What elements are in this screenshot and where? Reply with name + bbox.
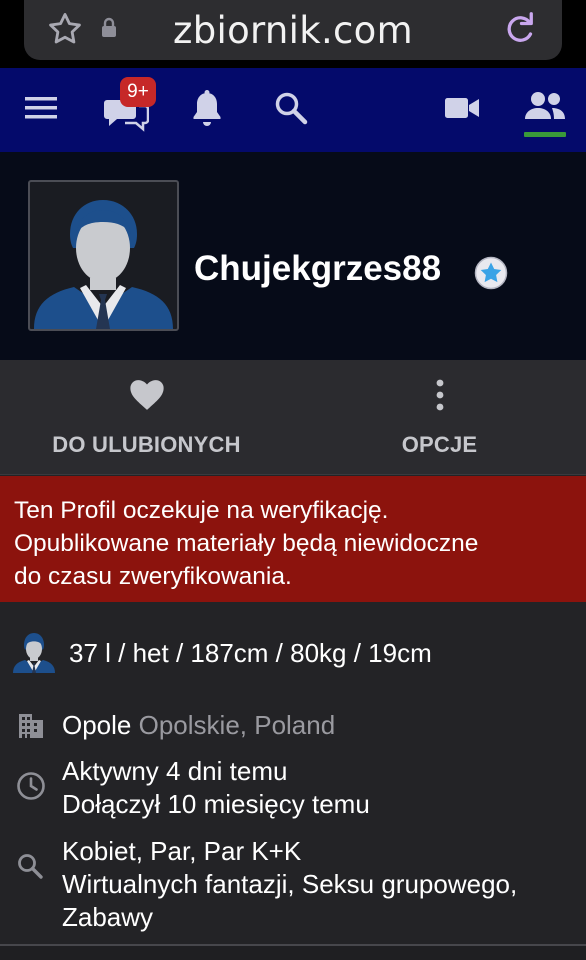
profile-stats-row: 37 l / het / 187cm / 80kg / 19cm [12,626,572,676]
profile-username: Chujekgrzes88 [194,249,442,288]
alert-line: Ten Profil oczekuje na weryfikację. [14,497,389,524]
profile-stats: 37 l / het / 187cm / 80kg / 19cm [69,638,432,668]
options-label: OPCJE [401,432,478,457]
building-icon [16,710,46,745]
search-icon [274,91,308,130]
verification-alert: Ten Profil oczekuje na weryfikację. Opub… [0,476,586,602]
menu-button[interactable] [18,68,64,152]
default-avatar-icon [34,200,173,329]
alert-line: do czasu zweryfikowania. [14,563,292,590]
alert-line: Opublikowane materiały będą niewidoczne [14,530,479,557]
active-tab-indicator [524,132,566,137]
location-city: Opole [62,710,132,740]
location-region: Opolskie, Poland [138,710,336,740]
joined-date: Dołączył 10 miesięcy temu [62,789,370,819]
bottom-strip [0,946,586,960]
avatar-icon [12,629,56,678]
heart-icon [128,376,166,417]
location-row: Opole Opolskie, Poland [0,706,586,746]
clock-icon [16,771,46,806]
people-icon [524,90,566,125]
browser-top-bar: zbiornik.com [0,0,586,68]
top-navbar: 9+ [0,68,586,152]
friends-button[interactable] [524,68,566,152]
profile-details: 37 l / het / 187cm / 80kg / 19cm Opole O… [0,602,586,946]
profile-actions: DO ULUBIONYCH OPCJE [0,360,586,475]
looking-for: Kobiet, Par, Par K+K [62,836,302,866]
options-button[interactable]: OPCJE [293,360,586,475]
profile-header: Chujekgrzes88 [0,152,586,360]
bell-icon [191,89,223,132]
looking-for-row: Kobiet, Par, Par K+K Wirtualnych fantazj… [0,834,586,934]
video-button[interactable] [442,68,482,152]
favorites-label: DO ULUBIONYCH [52,432,241,457]
notifications-button[interactable] [186,68,228,152]
add-to-favorites-button[interactable]: DO ULUBIONYCH [0,360,293,475]
activity-row: Aktywny 4 dni temu Dołączył 10 miesięcy … [0,756,586,826]
url-bar[interactable]: zbiornik.com [24,0,562,60]
star-badge-icon [474,256,508,295]
more-vertical-icon [435,378,445,417]
avatar[interactable] [28,180,179,331]
search-button[interactable] [270,68,312,152]
reload-icon[interactable] [502,8,538,53]
video-camera-icon [444,95,480,126]
search-icon [16,852,44,885]
interests-line: Wirtualnych fantazji, Seksu grupowego, [62,869,518,899]
menu-icon [23,95,59,126]
last-active: Aktywny 4 dni temu [62,756,288,786]
url-domain[interactable]: zbiornik.com [24,9,562,52]
interests-line: Zabawy [62,902,154,932]
messages-badge: 9+ [120,77,156,107]
